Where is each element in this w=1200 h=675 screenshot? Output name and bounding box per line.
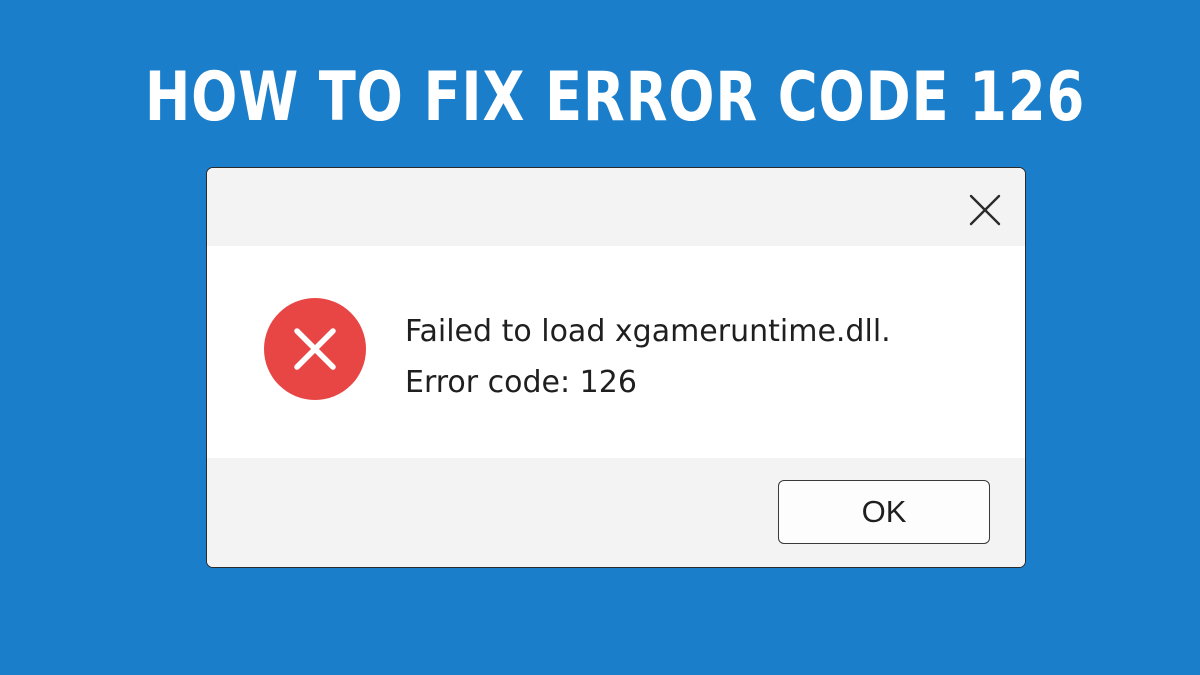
error-message: Failed to load xgameruntime.dll. Error c… [405,306,891,408]
ok-button[interactable]: OK [778,480,990,544]
error-x-icon [264,298,366,400]
dialog-titlebar [207,168,1025,246]
page-headline: HOW TO FIX ERROR CODE 126 [144,58,1086,137]
error-message-line2: Error code: 126 [405,365,637,400]
error-dialog: Failed to load xgameruntime.dll. Error c… [206,167,1026,568]
dialog-content: Failed to load xgameruntime.dll. Error c… [207,246,1025,458]
close-icon [969,194,1001,226]
error-message-line1: Failed to load xgameruntime.dll. [405,314,891,349]
close-button[interactable] [967,192,1003,228]
dialog-footer: OK [207,458,1025,567]
